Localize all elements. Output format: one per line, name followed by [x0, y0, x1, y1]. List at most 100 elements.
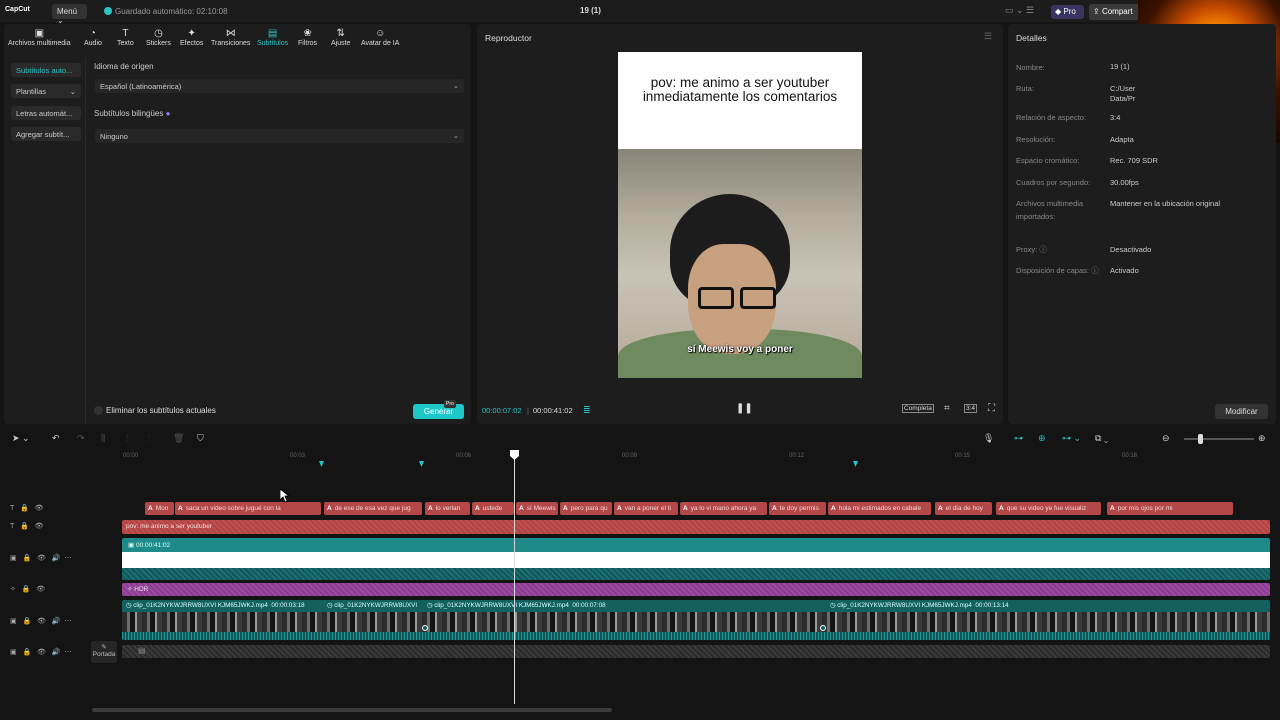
- detail-key: Resolución:: [1016, 135, 1056, 144]
- tool-filters[interactable]: ❀ Filtros: [298, 28, 317, 47]
- subtab-auto-captions[interactable]: Subtítulos auto...: [11, 63, 81, 77]
- link-main-track-icon[interactable]: ⊶: [1014, 433, 1023, 444]
- modify-button[interactable]: Modificar: [1215, 404, 1268, 419]
- tool-audio[interactable]: ◔ Audio: [84, 28, 102, 47]
- subtitle-clip[interactable]: Aya lo vi mano ahora ya: [680, 502, 767, 515]
- cover-button[interactable]: ✎ Portada: [91, 641, 117, 663]
- subtitle-clip[interactable]: Ahola mi estimados en cabale: [828, 502, 931, 515]
- info-icon[interactable]: ⓘ: [1091, 266, 1099, 275]
- detail-value: Activado: [1110, 266, 1139, 275]
- subtitle-clip[interactable]: Alo verlan: [425, 502, 470, 515]
- subtab-auto-lyrics[interactable]: Letras automát...: [11, 106, 81, 120]
- cover-track-controls[interactable]: ▣ 🔒 👁 🔊 ⋯: [10, 648, 71, 656]
- subtitle-clip[interactable]: Así Meewis: [516, 502, 558, 515]
- bilingual-select[interactable]: Ninguno ⌄: [95, 129, 464, 143]
- caption-icon: A: [1110, 505, 1115, 512]
- audio-waveform: [122, 632, 1270, 640]
- detail-value: Mantener en la ubicación original: [1110, 199, 1221, 208]
- effect-track-controls[interactable]: ✧ 🔒 👁: [10, 585, 45, 593]
- caption-icon: A: [148, 505, 153, 512]
- detail-key: Relación de aspecto:: [1016, 113, 1087, 122]
- split-icon[interactable]: ⫼: [101, 433, 105, 444]
- pause-icon[interactable]: ❚❚: [736, 403, 753, 414]
- timeline-marker[interactable]: [853, 461, 858, 467]
- subtab-add-captions[interactable]: Agregar subtít...: [11, 127, 81, 141]
- subtitle-clip-text: de ese de esa vez que jug: [334, 505, 411, 512]
- overlay-clip-time: 00:00:41:02: [135, 542, 171, 549]
- select-tool-icon[interactable]: ➤ ⌄: [12, 433, 30, 444]
- tool-ai-avatar[interactable]: ☺ Avatar de IA: [361, 28, 399, 47]
- zoom-slider[interactable]: [1184, 438, 1254, 440]
- tool-text[interactable]: T Texto: [117, 28, 134, 47]
- ruler-tick: 00:03: [290, 453, 306, 459]
- subtitle-clip[interactable]: Avan a poner el ti: [614, 502, 678, 515]
- text-track-controls[interactable]: T 🔒 👁: [10, 522, 44, 530]
- effect-clip[interactable]: ✧ HDR: [122, 583, 1270, 596]
- tool-label: Subtítulos: [257, 40, 289, 47]
- screenshot-icon[interactable]: ⌗: [944, 403, 950, 414]
- transition-point[interactable]: [820, 625, 826, 631]
- fullscreen-icon[interactable]: ⛶: [988, 403, 995, 414]
- shield-icon[interactable]: ⛉: [197, 433, 204, 444]
- tool-adjust[interactable]: ⇅ Ajuste: [331, 28, 350, 47]
- preview-axis-icon[interactable]: ⧉ ⌄: [1095, 433, 1108, 444]
- link-icon[interactable]: ⊶ ⌄: [1062, 433, 1081, 444]
- hamburger-icon[interactable]: ☰: [984, 31, 992, 42]
- subtitle-clip[interactable]: Apor mis ojos por mi: [1107, 502, 1233, 515]
- tool-subtitles[interactable]: ▤ Subtítulos: [257, 28, 288, 47]
- text-clip[interactable]: pov: me animo a ser youtuber: [122, 520, 1270, 534]
- timeline-scrollbar[interactable]: [92, 708, 612, 712]
- caption-icon: A: [327, 505, 332, 512]
- generate-button[interactable]: Generar: [413, 404, 464, 419]
- tool-media[interactable]: ▣ Archivos multimedia: [8, 28, 71, 47]
- ai-avatar-icon: ☺: [375, 28, 386, 39]
- subtitle-track-controls[interactable]: T 🔒 👁: [10, 504, 44, 512]
- share-button[interactable]: ⇪ Compart: [1089, 4, 1141, 20]
- subtitle-clip[interactable]: Aque su video ye fue visualiz: [996, 502, 1101, 515]
- timeline-marker[interactable]: [419, 461, 424, 467]
- playhead-line[interactable]: [514, 452, 515, 704]
- subtitle-clip[interactable]: Apero para qu: [560, 502, 612, 515]
- app-logo: CapCut: [5, 6, 30, 13]
- tool-label: Stickers: [146, 40, 171, 47]
- undo-icon[interactable]: ↶: [52, 433, 60, 444]
- source-language-select[interactable]: Español (Latinoamérica) ⌄: [95, 79, 464, 93]
- subtitle-clip[interactable]: A Mon: [145, 502, 174, 515]
- info-icon[interactable]: ⓘ: [1039, 245, 1047, 254]
- fit-mode-button[interactable]: Completa: [902, 404, 934, 413]
- tool-effects[interactable]: ✦ Efectos: [180, 28, 203, 47]
- subtitle-clip[interactable]: Ade ese de esa vez que jug: [324, 502, 422, 515]
- overlay-clip[interactable]: ▣ 00:00:41:02: [122, 538, 1270, 580]
- subtitle-clip[interactable]: Asaca un video sobre jugué con la: [175, 502, 321, 515]
- microphone-icon[interactable]: 🎙: [983, 433, 994, 444]
- cloud-check-icon: [104, 7, 112, 15]
- split-right-icon[interactable]: ⫶: [148, 433, 150, 444]
- zoom-in-icon[interactable]: ⊕: [1258, 433, 1266, 444]
- menu-button[interactable]: Menú ⌄: [52, 4, 87, 25]
- redo-icon[interactable]: ↷: [77, 433, 85, 444]
- main-track-controls[interactable]: ▣ 🔒 👁 🔊 ⋯: [10, 617, 71, 625]
- transition-point[interactable]: [422, 625, 428, 631]
- tool-label: Ajuste: [331, 40, 351, 47]
- delete-icon[interactable]: 🗑: [173, 433, 184, 444]
- zoom-slider-handle[interactable]: [1198, 434, 1203, 444]
- subtitle-clip[interactable]: Ate doy permis: [769, 502, 826, 515]
- cover-track[interactable]: [122, 645, 1270, 658]
- subtitle-clip[interactable]: Austede: [472, 502, 514, 515]
- subtitle-clip-text: lo verlan: [435, 505, 461, 512]
- tool-stickers[interactable]: ◷ Stickers: [146, 28, 171, 47]
- video-preview[interactable]: pov: me animo a ser youtuber inmediatame…: [618, 52, 862, 378]
- magnet-icon[interactable]: ⊕: [1038, 433, 1046, 444]
- split-left-icon[interactable]: ⫶: [126, 433, 128, 444]
- zoom-out-icon[interactable]: ⊖: [1162, 433, 1170, 444]
- subtitle-clip[interactable]: Ael día de hoy: [935, 502, 992, 515]
- timeline-marker[interactable]: [319, 461, 324, 467]
- tool-transitions[interactable]: ⋈ Transiciones: [211, 28, 250, 47]
- overlay-track-controls[interactable]: ▣ 🔒 👁 🔊 ⋯: [10, 554, 71, 562]
- aspect-ratio-button[interactable]: 3:4: [964, 404, 978, 413]
- subtitle-clip-text: te doy permis: [779, 505, 819, 512]
- layout-icons[interactable]: ▭ ⌄ ☰: [1005, 5, 1034, 16]
- remove-captions-toggle[interactable]: Eliminar los subtítulos actuales: [94, 406, 216, 415]
- subtab-templates[interactable]: Plantillas ⌄: [11, 84, 81, 98]
- pro-button[interactable]: ◆ Pro: [1051, 5, 1084, 19]
